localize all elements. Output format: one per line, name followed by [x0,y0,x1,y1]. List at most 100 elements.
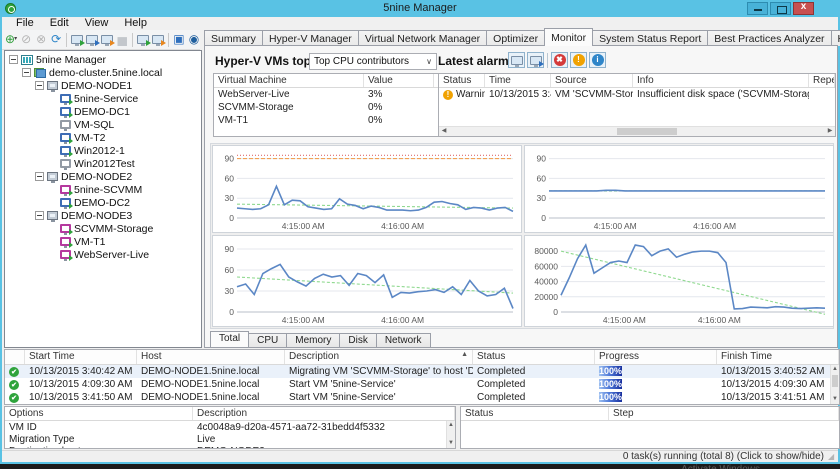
scrollbar-thumb[interactable] [832,375,838,387]
menu-file[interactable]: File [8,17,42,30]
column-header-finish-time[interactable]: Finish Time [717,350,839,364]
tree-item-scvmm-storage[interactable]: SCVMM-Storage [5,222,201,235]
tree-item-5nine-manager[interactable]: 5nine Manager [5,53,201,66]
tree-item-demo-node2[interactable]: DEMO-NODE2 [5,170,201,183]
add-icon[interactable]: ⊕▾ [5,32,17,47]
tree-item-demo-node3[interactable]: DEMO-NODE3 [5,209,201,222]
scroll-down-icon[interactable]: ▼ [831,395,839,404]
vms-top-filter-select[interactable]: Top CPU contributors ∨ [309,53,437,70]
column-header-description[interactable]: Description▲ [285,350,473,364]
column-header-status[interactable]: Status [461,407,609,420]
vms-top-row[interactable]: SCVMM-Storage0% [214,101,438,114]
close-button[interactable] [793,2,814,15]
scroll-up-icon[interactable]: ▲ [831,365,839,374]
status-bar[interactable]: 0 task(s) running (total 8) (Click to sh… [2,450,838,462]
tree-item-demo-cluster-5nine-local[interactable]: demo-cluster.5nine.local [5,66,201,79]
chart-tab-total[interactable]: Total [210,331,249,347]
chart-tab-network[interactable]: Network [376,333,431,347]
tab-summary[interactable]: Summary [204,30,263,46]
chart-tab-disk[interactable]: Disk [339,333,376,347]
tree-item-webserver-live[interactable]: WebServer-Live [5,248,201,261]
column-header-status[interactable]: Status [439,74,485,87]
menu-view[interactable]: View [77,17,117,30]
options-scrollbar[interactable]: ▲ ▼ [446,421,455,448]
tasks-scrollbar[interactable]: ▲ ▼ [830,365,839,404]
tree-item-vm-t2[interactable]: VM-T2 [5,131,201,144]
menu-edit[interactable]: Edit [42,17,77,30]
column-header-icon[interactable] [5,350,25,364]
task-row[interactable]: ✔10/13/2015 3:40:42 AMDEMO-NODE1.5nine.l… [5,365,839,378]
critical-filter-icon[interactable]: ✖ [551,52,568,68]
column-header-options[interactable]: Options [5,407,193,420]
collapse-toggle-icon[interactable] [35,211,44,220]
tab-best-practices-analyzer[interactable]: Best Practices Analyzer [707,30,831,46]
vms-top-row[interactable]: WebServer-Live3% [214,88,438,101]
chart-tab-memory[interactable]: Memory [286,333,340,347]
tab-hyper-v-logs[interactable]: Hyper-V Logs [831,30,840,46]
vm-import-icon[interactable] [137,32,149,47]
column-header-description[interactable]: Description [193,407,455,420]
maximize-button[interactable] [770,2,791,15]
tab-system-status-report[interactable]: System Status Report [592,30,708,46]
tree-item-vm-t1[interactable]: VM-T1 [5,235,201,248]
tree-item-win2012test[interactable]: Win2012Test [5,157,201,170]
vm-connect-icon[interactable] [86,32,98,47]
refresh-icon[interactable]: ⟳ [50,32,62,47]
tree-item-demo-dc1[interactable]: DEMO-DC1 [5,105,201,118]
tree-item-5nine-scvmm[interactable]: 5nine-SCVMM [5,183,201,196]
column-header-progress[interactable]: Progress [595,350,717,364]
column-header-status[interactable]: Status [473,350,595,364]
alarm-row[interactable]: !Warning10/13/2015 3:41:...VM 'SCVMM-Sto… [439,88,835,101]
option-row[interactable]: VM ID4c0048a9-d20a-4571-aa72-31bedd4f533… [5,421,455,433]
alarms-hscrollbar[interactable]: ◀▶ [439,126,835,136]
host-alarms-filter-icon[interactable] [508,52,525,68]
column-header-source[interactable]: Source [551,74,633,87]
menu-help[interactable]: Help [116,17,155,30]
tab-optimizer[interactable]: Optimizer [486,30,545,46]
task-row[interactable]: ✔10/13/2015 4:09:30 AMDEMO-NODE1.5nine.l… [5,378,839,391]
edit-icon[interactable]: ⊘ [20,32,32,47]
scroll-left-icon[interactable]: ◀ [439,127,449,136]
vm-alarms-filter-icon[interactable] [527,52,544,68]
column-header-repeat[interactable]: Repeat [809,74,835,87]
column-header-host[interactable]: Host [137,350,285,364]
collapse-toggle-icon[interactable] [9,55,18,64]
tab-virtual-network-manager[interactable]: Virtual Network Manager [358,30,487,46]
scroll-up-icon[interactable]: ▲ [447,421,455,430]
column-header-time[interactable]: Time [485,74,551,87]
vm-move-icon[interactable] [101,32,113,47]
perf-chart-icon[interactable]: ▅ [116,32,128,47]
tree-item-demo-dc2[interactable]: DEMO-DC2 [5,196,201,209]
chart-tab-cpu[interactable]: CPU [248,333,287,347]
column-header-step[interactable]: Step [609,407,839,420]
option-row[interactable]: Migration TypeLive [5,433,455,445]
resize-grip[interactable]: ◢ [828,453,836,461]
tab-monitor[interactable]: Monitor [544,28,593,46]
vms-top-row[interactable]: VM-T10% [214,114,438,127]
tree-item-vm-sql[interactable]: VM-SQL [5,118,201,131]
collapse-toggle-icon[interactable] [35,81,44,90]
tab-hyper-v-manager[interactable]: Hyper-V Manager [262,30,359,46]
vm-export-icon[interactable] [152,32,164,47]
scroll-right-icon[interactable]: ▶ [825,127,835,136]
column-header-info[interactable]: Info [633,74,809,87]
task-row[interactable]: ✔10/13/2015 3:41:50 AMDEMO-NODE1.5nine.l… [5,391,839,404]
delete-icon[interactable]: ⊗ [35,32,47,47]
scrollbar-thumb[interactable] [617,128,677,135]
network-icon[interactable]: ◉ [188,32,200,47]
warning-filter-icon[interactable]: ! [570,52,587,68]
console-icon[interactable]: ▣ [173,32,185,47]
column-header-virtual-machine[interactable]: Virtual Machine [214,74,364,87]
minimize-button[interactable] [747,2,768,15]
tree-item-win2012-1[interactable]: Win2012-1 [5,144,201,157]
collapse-toggle-icon[interactable] [22,68,31,77]
tree-item-5nine-service[interactable]: 5nine-Service [5,92,201,105]
vm-start-icon[interactable] [71,32,83,47]
status-bar-text[interactable]: 0 task(s) running (total 8) (Click to sh… [623,451,824,462]
scroll-down-icon[interactable]: ▼ [447,439,455,448]
column-header-start-time[interactable]: Start Time [25,350,137,364]
column-header-value[interactable]: Value [364,74,434,87]
info-filter-icon[interactable]: i [589,52,606,68]
option-row[interactable]: Destination hostDEMO-NODE3 [5,445,455,449]
tree-item-demo-node1[interactable]: DEMO-NODE1 [5,79,201,92]
